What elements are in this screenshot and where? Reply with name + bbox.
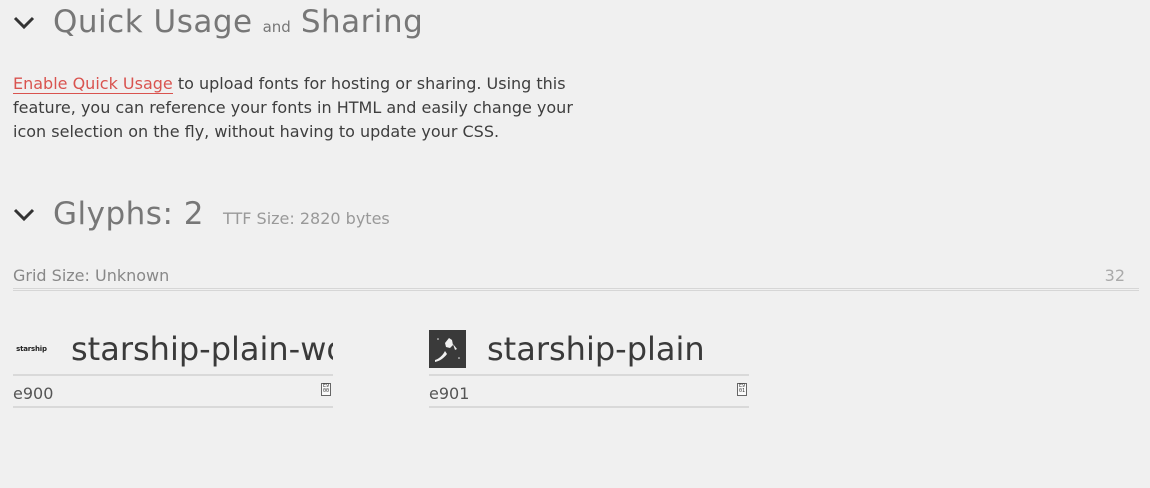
starship-icon[interactable] [429,330,466,368]
quick-usage-description: Enable Quick Usage to upload fonts for h… [13,72,593,144]
starship-logo-icon [429,330,466,368]
quick-usage-header[interactable]: Quick Usage and Sharing [12,4,423,40]
grid-size-label: Grid Size: Unknown [13,266,170,285]
chevron-down-icon[interactable] [12,12,37,32]
grid-size-row[interactable]: Grid Size: Unknown 32 [13,266,1139,291]
ttf-size: TTF Size: 2820 bytes [222,209,390,228]
quick-usage-title: Quick Usage [53,4,253,40]
quick-usage-and: and [262,18,291,36]
hex-bottom: 00 [322,388,330,394]
glyph-card-top: starship starship-plain-wordmark [13,324,333,376]
glyphs-count-title: Glyphs: 2 [53,196,204,232]
glyph-card[interactable]: starship starship-plain-wordmark e900 E9… [13,324,333,408]
glyph-name[interactable]: starship-plain [487,330,749,368]
glyph-code[interactable]: e901 [429,384,469,403]
wordmark-text: starship [16,345,47,353]
hex-code-icon[interactable]: E9 00 [321,383,331,396]
enable-quick-usage-link[interactable]: Enable Quick Usage [13,74,173,94]
glyph-code-row: e900 E9 00 [13,376,333,408]
hex-code-icon[interactable]: E9 01 [737,383,747,396]
chevron-down-icon[interactable] [12,204,37,224]
starship-wordmark-icon[interactable]: starship [13,330,50,368]
grid-size-value[interactable]: 32 [1105,266,1125,285]
glyph-code-row: e901 E9 01 [429,376,749,408]
hex-bottom: 01 [738,388,746,394]
glyph-code[interactable]: e900 [13,384,53,403]
glyphs-header[interactable]: Glyphs: 2 TTF Size: 2820 bytes [12,196,390,232]
glyph-card-top: starship-plain [429,324,749,376]
sharing-title: Sharing [300,4,424,40]
glyph-card[interactable]: starship-plain e901 E9 01 [429,324,749,408]
glyph-name[interactable]: starship-plain-wordmark [71,330,333,368]
